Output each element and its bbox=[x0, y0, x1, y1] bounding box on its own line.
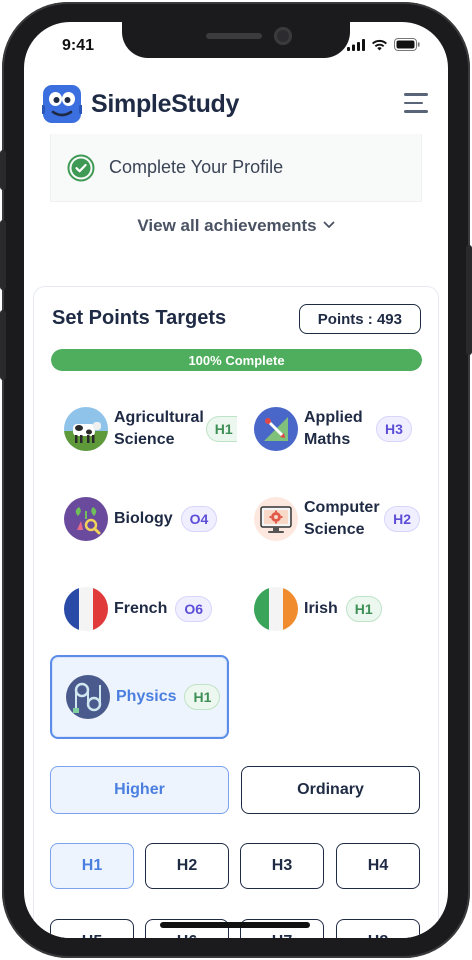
hamburger-menu-icon[interactable] bbox=[404, 93, 428, 113]
speaker-grille bbox=[206, 33, 262, 39]
app-header: SimpleStudy bbox=[24, 74, 448, 134]
power-button bbox=[466, 245, 472, 355]
ordinary-level-button[interactable]: Ordinary bbox=[241, 766, 420, 814]
subject-french[interactable]: French O6 bbox=[50, 577, 230, 641]
grade-button-h1[interactable]: H1 bbox=[50, 843, 134, 889]
achievement-item: Complete Your Profile bbox=[50, 134, 422, 202]
subject-name: Physics bbox=[116, 688, 177, 705]
volume-down-button bbox=[0, 310, 6, 380]
grade-badge: H3 bbox=[376, 416, 412, 442]
signal-icon bbox=[347, 38, 365, 51]
status-time: 9:41 bbox=[62, 37, 95, 54]
subject-name: Computer Science bbox=[304, 499, 380, 538]
pulley-icon bbox=[66, 675, 110, 719]
notch bbox=[122, 22, 350, 58]
progress-bar: 100% Complete bbox=[51, 349, 422, 371]
status-icons bbox=[347, 38, 420, 51]
chevron-down-icon bbox=[323, 214, 335, 234]
subject-name: Applied Maths bbox=[304, 409, 363, 448]
irish-flag-icon bbox=[254, 587, 298, 631]
subject-irish[interactable]: Irish H1 bbox=[240, 577, 420, 641]
check-circle-icon bbox=[67, 154, 95, 181]
points-targets-card: Set Points Targets Points : 493 100% Com… bbox=[33, 286, 439, 938]
subject-name: Biology bbox=[114, 510, 173, 527]
mute-switch bbox=[0, 150, 6, 190]
grade-badge: H1 bbox=[184, 684, 221, 710]
subject-biology[interactable]: Biology O4 bbox=[50, 487, 230, 551]
volume-up-button bbox=[0, 220, 6, 290]
subject-name: French bbox=[114, 600, 168, 617]
grade-badge: H1 bbox=[205, 416, 237, 442]
grade-button-h3[interactable]: H3 bbox=[240, 843, 324, 889]
grade-button-h4[interactable]: H4 bbox=[336, 843, 420, 889]
subject-agricultural-science[interactable]: Agricultural Science H1 bbox=[50, 397, 237, 461]
card-title: Set Points Targets bbox=[52, 307, 227, 329]
cow-field-icon bbox=[64, 407, 108, 451]
achievement-label: Complete Your Profile bbox=[109, 157, 284, 177]
grade-button-h8[interactable]: H8 bbox=[336, 919, 420, 938]
subject-physics[interactable]: Physics H1 bbox=[50, 655, 229, 739]
phone-screen: 9:41 SimpleStudy Complete Your Profile V… bbox=[24, 22, 448, 938]
wifi-icon bbox=[372, 39, 387, 50]
progress-label: 100% Complete bbox=[188, 352, 285, 368]
battery-icon bbox=[394, 38, 420, 51]
computer-gear-icon bbox=[254, 497, 298, 541]
main-content[interactable]: Complete Your Profile View all achieveme… bbox=[24, 134, 448, 938]
grade-badge: H2 bbox=[384, 506, 420, 532]
brand-name: SimpleStudy bbox=[91, 89, 240, 118]
view-all-label: View all achievements bbox=[137, 216, 317, 235]
subject-name: Agricultural Science bbox=[114, 409, 204, 448]
subject-computer-science[interactable]: Computer Science H2 bbox=[240, 487, 420, 551]
grade-badge: O4 bbox=[180, 506, 218, 532]
microscope-icon bbox=[64, 497, 108, 541]
simplestudy-logo-icon[interactable] bbox=[42, 83, 82, 125]
front-camera bbox=[274, 27, 292, 45]
subject-applied-maths[interactable]: Applied Maths H3 bbox=[240, 397, 420, 461]
grade-button-h2[interactable]: H2 bbox=[145, 843, 229, 889]
french-flag-icon bbox=[64, 587, 108, 631]
home-indicator[interactable] bbox=[160, 922, 310, 928]
grade-badge: O6 bbox=[175, 596, 213, 622]
grade-badge: H1 bbox=[345, 596, 382, 622]
grade-button-h5[interactable]: H5 bbox=[50, 919, 134, 938]
points-badge: Points : 493 bbox=[298, 304, 421, 334]
higher-level-button[interactable]: Higher bbox=[50, 766, 229, 814]
view-all-achievements-link[interactable]: View all achievements bbox=[24, 214, 448, 236]
geometry-icon bbox=[254, 407, 298, 451]
subject-name: Irish bbox=[304, 600, 338, 617]
